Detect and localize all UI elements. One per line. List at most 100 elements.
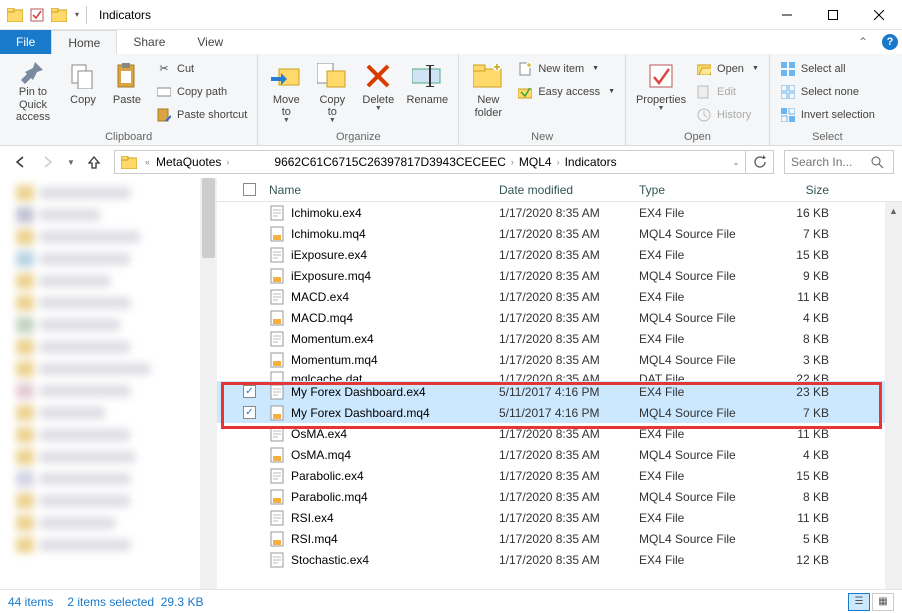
file-row[interactable]: My Forex Dashboard.mq45/11/2017 4:16 PMM… [217, 402, 902, 423]
up-button[interactable] [82, 150, 106, 174]
chevron-right-icon[interactable]: › [223, 157, 232, 167]
back-button[interactable] [8, 150, 32, 174]
file-row[interactable]: My Forex Dashboard.ex45/11/2017 4:16 PME… [217, 381, 902, 402]
file-row[interactable]: RSI.mq41/17/2020 8:35 AMMQL4 Source File… [217, 528, 902, 549]
invert-selection-button[interactable]: Invert selection [776, 104, 879, 125]
invert-selection-icon [780, 107, 796, 123]
file-name: Ichimoku.mq4 [291, 227, 366, 241]
file-row[interactable]: OsMA.mq41/17/2020 8:35 AMMQL4 Source Fil… [217, 444, 902, 465]
filelist-scrollbar[interactable]: ▲ [885, 202, 902, 589]
file-row[interactable]: Ichimoku.mq41/17/2020 8:35 AMMQL4 Source… [217, 223, 902, 244]
new-folder-button[interactable]: New folder [465, 58, 511, 124]
chevron-right-icon[interactable]: › [508, 157, 517, 167]
breadcrumb-seg1[interactable]: 9662C61C6715C26397817D3943CECEEC [272, 151, 508, 173]
minimize-button[interactable] [764, 0, 810, 30]
file-row[interactable]: mqlcache.dat1/17/2020 8:35 AMDAT File22 … [217, 370, 902, 381]
file-row[interactable]: MACD.ex41/17/2020 8:35 AMEX4 File11 KB [217, 286, 902, 307]
navpane-scrollbar[interactable] [200, 178, 217, 589]
tab-home[interactable]: Home [51, 30, 117, 54]
breadcrumb-seg2[interactable]: MQL4 [517, 151, 554, 173]
file-row[interactable]: MACD.mq41/17/2020 8:35 AMMQL4 Source Fil… [217, 307, 902, 328]
properties-button[interactable]: Properties ▼ [632, 58, 690, 124]
column-header-size[interactable]: Size [769, 183, 843, 197]
search-input[interactable] [785, 155, 865, 169]
easy-access-button[interactable]: Easy access▼ [513, 81, 619, 102]
search-icon[interactable] [865, 156, 889, 169]
file-name: OsMA.ex4 [291, 427, 347, 441]
column-header-name[interactable]: Name [269, 183, 499, 197]
open-button[interactable]: Open▼ [692, 58, 763, 79]
cut-button[interactable]: ✂Cut [152, 58, 251, 79]
breadcrumb-leading-chevron[interactable]: « [143, 157, 154, 167]
copy-to-button[interactable]: Copy to ▼ [310, 58, 354, 124]
forward-button[interactable] [36, 150, 60, 174]
file-name: OsMA.mq4 [291, 448, 351, 462]
paste-button[interactable]: Paste [106, 58, 148, 124]
file-type: MQL4 Source File [639, 227, 769, 241]
address-bar[interactable]: « MetaQuotes › 9662C61C6715C26397817D394… [114, 150, 774, 174]
thumbnails-view-button[interactable]: ▦ [872, 593, 894, 611]
details-view-button[interactable]: ☰ [848, 593, 870, 611]
close-button[interactable] [856, 0, 902, 30]
collapse-ribbon-button[interactable]: ⌃ [848, 30, 878, 54]
properties-qat-icon[interactable] [28, 6, 46, 24]
new-item-button[interactable]: New item▼ [513, 58, 619, 79]
pin-to-quick-access-button[interactable]: Pin to Quick access [6, 58, 60, 124]
file-row[interactable]: Momentum.ex41/17/2020 8:35 AMEX4 File8 K… [217, 328, 902, 349]
file-row[interactable]: RSI.ex41/17/2020 8:35 AMEX4 File11 KB [217, 507, 902, 528]
copy-icon [67, 60, 99, 92]
folder-icon [119, 152, 139, 172]
tab-view[interactable]: View [181, 30, 239, 54]
file-row[interactable]: iExposure.ex41/17/2020 8:35 AMEX4 File15… [217, 244, 902, 265]
properties-icon [645, 60, 677, 92]
select-none-button[interactable]: Select none [776, 81, 879, 102]
navigation-pane[interactable] [0, 178, 200, 589]
address-dropdown-button[interactable]: ⌄ [727, 151, 745, 173]
file-size: 9 KB [769, 269, 843, 283]
copy-button[interactable]: Copy [62, 58, 104, 124]
select-all-checkbox[interactable] [243, 183, 269, 196]
history-button[interactable]: History [692, 104, 763, 125]
file-name: MACD.ex4 [291, 290, 349, 304]
tab-file[interactable]: File [0, 30, 51, 54]
chevron-right-icon[interactable]: › [554, 157, 563, 167]
move-to-icon [270, 60, 302, 92]
recent-locations-button[interactable]: ▼ [64, 150, 78, 174]
file-row[interactable]: Parabolic.ex41/17/2020 8:35 AMEX4 File15… [217, 465, 902, 486]
search-box[interactable] [784, 150, 894, 174]
ribbon-group-clipboard: Pin to Quick access Copy Paste ✂Cut Copy… [0, 54, 258, 145]
file-row[interactable]: Stochastic.ex41/17/2020 8:35 AMEX4 File1… [217, 549, 902, 570]
file-size: 16 KB [769, 206, 843, 220]
clipboard-group-label: Clipboard [6, 131, 251, 143]
file-row[interactable]: Momentum.mq41/17/2020 8:35 AMMQL4 Source… [217, 349, 902, 370]
maximize-button[interactable] [810, 0, 856, 30]
rename-button[interactable]: Rename [402, 58, 452, 124]
move-to-button[interactable]: Move to ▼ [264, 58, 308, 124]
column-header-type[interactable]: Type [639, 183, 769, 197]
file-name: iExposure.mq4 [291, 269, 371, 283]
file-row[interactable]: Parabolic.mq41/17/2020 8:35 AMMQL4 Sourc… [217, 486, 902, 507]
breadcrumb-seg3[interactable]: Indicators [563, 151, 619, 173]
delete-button[interactable]: Delete ▼ [356, 58, 400, 124]
row-checkbox[interactable] [243, 385, 269, 398]
help-button[interactable]: ? [878, 30, 902, 54]
file-list[interactable]: Ichimoku.ex41/17/2020 8:35 AMEX4 File16 … [217, 202, 902, 589]
select-all-button[interactable]: Select all [776, 58, 879, 79]
file-row[interactable]: OsMA.ex41/17/2020 8:35 AMEX4 File11 KB [217, 423, 902, 444]
qat-dropdown-icon[interactable]: ▾ [72, 6, 82, 24]
edit-button[interactable]: Edit [692, 81, 763, 102]
tab-share[interactable]: Share [117, 30, 181, 54]
file-type: EX4 File [639, 332, 769, 346]
file-name: RSI.ex4 [291, 511, 334, 525]
row-checkbox[interactable] [243, 406, 269, 419]
file-icon [269, 247, 285, 263]
column-header-date[interactable]: Date modified [499, 183, 639, 197]
paste-shortcut-button[interactable]: Paste shortcut [152, 104, 251, 125]
new-folder-qat-icon[interactable] [50, 6, 68, 24]
file-date: 1/17/2020 8:35 AM [499, 248, 639, 262]
file-row[interactable]: Ichimoku.ex41/17/2020 8:35 AMEX4 File16 … [217, 202, 902, 223]
breadcrumb-root[interactable]: MetaQuotes [154, 151, 223, 173]
refresh-button[interactable] [745, 151, 773, 173]
copy-path-button[interactable]: Copy path [152, 81, 251, 102]
file-row[interactable]: iExposure.mq41/17/2020 8:35 AMMQL4 Sourc… [217, 265, 902, 286]
